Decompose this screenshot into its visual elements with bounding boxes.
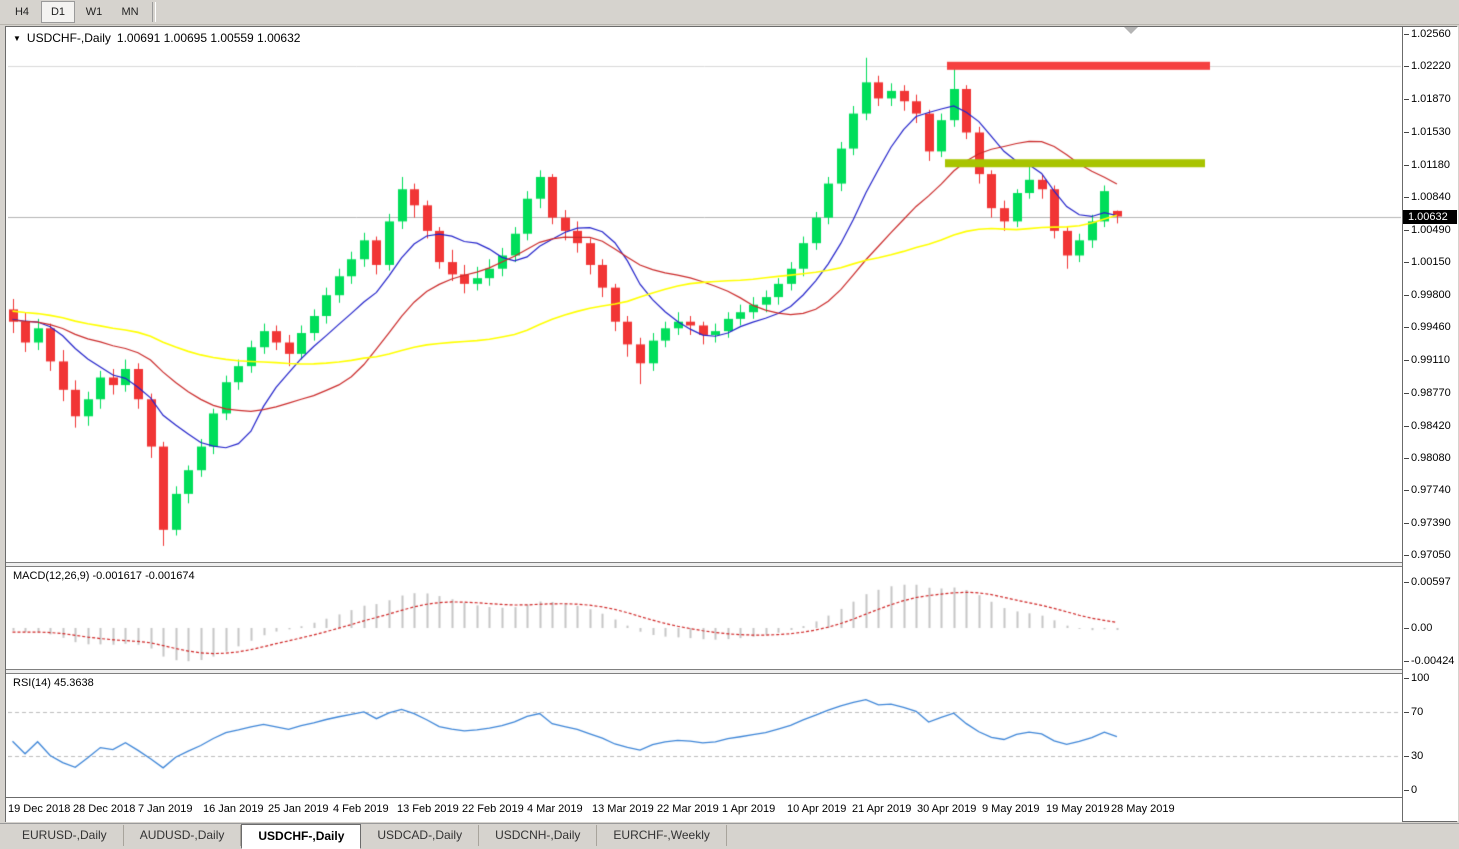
price-tick-label: 0.97740 bbox=[1411, 484, 1451, 496]
timeframe-button-h4[interactable]: H4 bbox=[5, 1, 39, 23]
rsi-tick-label: 100 bbox=[1411, 672, 1429, 684]
chart-title: ▼ USDCHF-,Daily 1.00691 1.00695 1.00559 … bbox=[13, 31, 300, 45]
trading-terminal: H4D1W1MN ▼ USDCHF-,Daily 1.00691 1.00695… bbox=[0, 0, 1459, 849]
chart-tab-eurusd[interactable]: EURUSD-,Daily bbox=[6, 825, 124, 846]
macd-tick-label: -0.00424 bbox=[1411, 655, 1454, 667]
macd-panel-canvas[interactable] bbox=[8, 567, 1401, 668]
price-tick-label: 0.99460 bbox=[1411, 321, 1451, 333]
date-tick-label: 19 Dec 2018 bbox=[8, 803, 70, 815]
macd-indicator-label: MACD(12,26,9) -0.001617 -0.001674 bbox=[13, 570, 195, 582]
date-tick-label: 21 Apr 2019 bbox=[852, 803, 911, 815]
date-tick-label: 13 Feb 2019 bbox=[397, 803, 459, 815]
macd-tick-label: 0.00597 bbox=[1411, 576, 1451, 588]
date-tick-label: 22 Mar 2019 bbox=[657, 803, 719, 815]
price-tick-label: 1.02220 bbox=[1411, 60, 1451, 72]
price-tick-label: 0.98080 bbox=[1411, 452, 1451, 464]
date-tick-label: 9 May 2019 bbox=[982, 803, 1039, 815]
chart-tab-eurchf[interactable]: EURCHF-,Weekly bbox=[597, 825, 726, 846]
timeframe-button-mn[interactable]: MN bbox=[113, 1, 147, 23]
date-axis[interactable]: 19 Dec 201828 Dec 20187 Jan 2019 16 Jan 2… bbox=[6, 797, 1402, 822]
price-axis[interactable]: 1.02560 1.02220 1.01870 1.01530 1.01180 1.008… bbox=[1402, 27, 1458, 821]
date-tick-label: 7 Jan 2019 bbox=[138, 803, 192, 815]
date-tick-label: 19 May 2019 bbox=[1046, 803, 1110, 815]
timeframe-button-w1[interactable]: W1 bbox=[77, 1, 111, 23]
price-tick-label: 1.02560 bbox=[1411, 28, 1451, 40]
price-chart-canvas[interactable] bbox=[8, 29, 1401, 561]
price-tick-label: 1.00150 bbox=[1411, 256, 1451, 268]
collapse-caret-icon[interactable]: ▼ bbox=[13, 34, 21, 43]
rsi-panel-canvas[interactable] bbox=[8, 674, 1401, 796]
chart-tabs-bar: EURUSD-,DailyAUDUSD-,DailyUSDCHF-,DailyU… bbox=[0, 823, 1459, 849]
autoscroll-marker-icon[interactable] bbox=[1124, 27, 1138, 34]
date-tick-label: 28 Dec 2018 bbox=[73, 803, 135, 815]
date-tick-label: 10 Apr 2019 bbox=[787, 803, 846, 815]
date-tick-label: 30 Apr 2019 bbox=[917, 803, 976, 815]
chart-tab-audusd[interactable]: AUDUSD-,Daily bbox=[124, 825, 242, 846]
price-tick-label: 0.98420 bbox=[1411, 420, 1451, 432]
date-tick-label: 1 Apr 2019 bbox=[722, 803, 775, 815]
price-tick-label: 1.00490 bbox=[1411, 224, 1451, 236]
chart-ohlc-values: 1.00691 1.00695 1.00559 1.00632 bbox=[117, 31, 301, 45]
chart-tab-usdcad[interactable]: USDCAD-,Daily bbox=[361, 825, 479, 846]
price-tick-label: 1.00840 bbox=[1411, 191, 1451, 203]
date-tick-label: 16 Jan 2019 bbox=[203, 803, 264, 815]
timeframe-toolbar: H4D1W1MN bbox=[0, 0, 1459, 25]
timeframe-button-d1[interactable]: D1 bbox=[41, 1, 75, 23]
price-tick-label: 0.97050 bbox=[1411, 549, 1451, 561]
date-tick-label: 13 Mar 2019 bbox=[592, 803, 654, 815]
price-tick-label: 0.99110 bbox=[1411, 354, 1450, 366]
current-price-label: 1.00632 bbox=[1403, 210, 1457, 224]
price-tick-label: 1.01530 bbox=[1411, 126, 1451, 138]
price-tick-label: 1.01180 bbox=[1411, 159, 1450, 171]
rsi-indicator-label: RSI(14) 45.3638 bbox=[13, 677, 94, 689]
chart-tab-usdchf[interactable]: USDCHF-,Daily bbox=[241, 824, 361, 849]
price-tick-label: 0.97390 bbox=[1411, 517, 1451, 529]
date-tick-label: 28 May 2019 bbox=[1111, 803, 1175, 815]
macd-tick-label: 0.00 bbox=[1411, 622, 1432, 634]
price-tick-label: 1.01870 bbox=[1411, 93, 1451, 105]
rsi-tick-label: 70 bbox=[1411, 706, 1423, 718]
price-tick-label: 0.99800 bbox=[1411, 289, 1451, 301]
toolbar-separator bbox=[152, 2, 156, 22]
chart-tab-usdcnh[interactable]: USDCNH-,Daily bbox=[479, 825, 597, 846]
date-tick-label: 4 Mar 2019 bbox=[527, 803, 583, 815]
date-tick-label: 25 Jan 2019 bbox=[268, 803, 329, 815]
chart-symbol-label: USDCHF-,Daily bbox=[27, 31, 111, 45]
date-tick-label: 4 Feb 2019 bbox=[333, 803, 389, 815]
date-tick-label: 22 Feb 2019 bbox=[462, 803, 524, 815]
rsi-tick-label: 0 bbox=[1411, 784, 1417, 796]
price-tick-label: 0.98770 bbox=[1411, 387, 1451, 399]
rsi-tick-label: 30 bbox=[1411, 750, 1423, 762]
